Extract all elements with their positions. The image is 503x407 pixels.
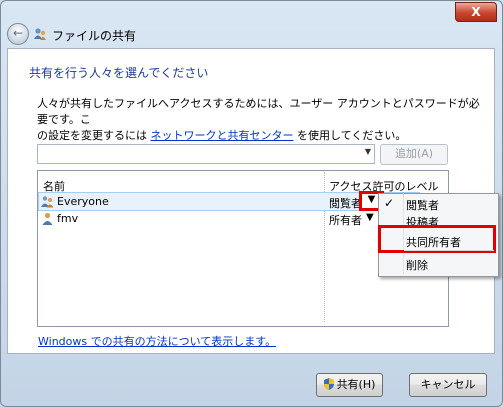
user-level-everyone: 閲覧者 — [329, 197, 362, 210]
menu-separator — [404, 250, 494, 251]
highlight-co-owner-box — [378, 225, 496, 253]
user-level-fmv: 所有者 — [329, 214, 362, 227]
close-button[interactable]: X — [455, 2, 497, 22]
shield-icon — [323, 378, 334, 390]
description: 人々が共有したファイルへアクセスするためには、ユーザー アカウントとパスワードが… — [37, 96, 487, 144]
back-arrow-icon: ← — [12, 26, 24, 40]
group-icon — [41, 196, 54, 208]
share-icon — [34, 28, 46, 40]
user-icon — [42, 212, 53, 225]
user-combo-box[interactable]: ▼ — [37, 144, 375, 164]
level-dropdown-fmv[interactable]: ▼ — [366, 212, 374, 223]
window-title: ファイルの共有 — [52, 29, 137, 43]
chevron-down-icon[interactable]: ▼ — [365, 147, 371, 156]
menu-item-viewer[interactable]: 閲覧者 — [406, 197, 439, 213]
description-line-1: 人々が共有したファイルへアクセスするためには、ユーザー アカウントとパスワードが… — [37, 97, 480, 126]
checkmark-icon: ✓ — [384, 196, 395, 210]
page-heading: 共有を行う人々を選んでください — [29, 66, 209, 80]
cancel-button[interactable]: キャンセル — [409, 373, 487, 397]
add-button[interactable]: 追加(A) — [380, 144, 448, 165]
user-name-fmv: fmv — [57, 212, 79, 225]
network-center-link[interactable]: ネットワークと共有センター — [151, 129, 294, 142]
help-link[interactable]: Windows での共有の方法について表示します。 — [38, 333, 276, 349]
share-button[interactable]: 共有(H) — [316, 373, 383, 397]
back-button[interactable]: ← — [7, 23, 29, 45]
share-button-label: 共有(H) — [336, 378, 376, 391]
description-line-2-prefix: の設定を変更するには — [37, 129, 151, 142]
description-line-2-suffix: を使用してください。 — [293, 129, 407, 142]
menu-item-remove[interactable]: 削除 — [406, 257, 428, 273]
user-name-everyone: Everyone — [57, 195, 109, 208]
